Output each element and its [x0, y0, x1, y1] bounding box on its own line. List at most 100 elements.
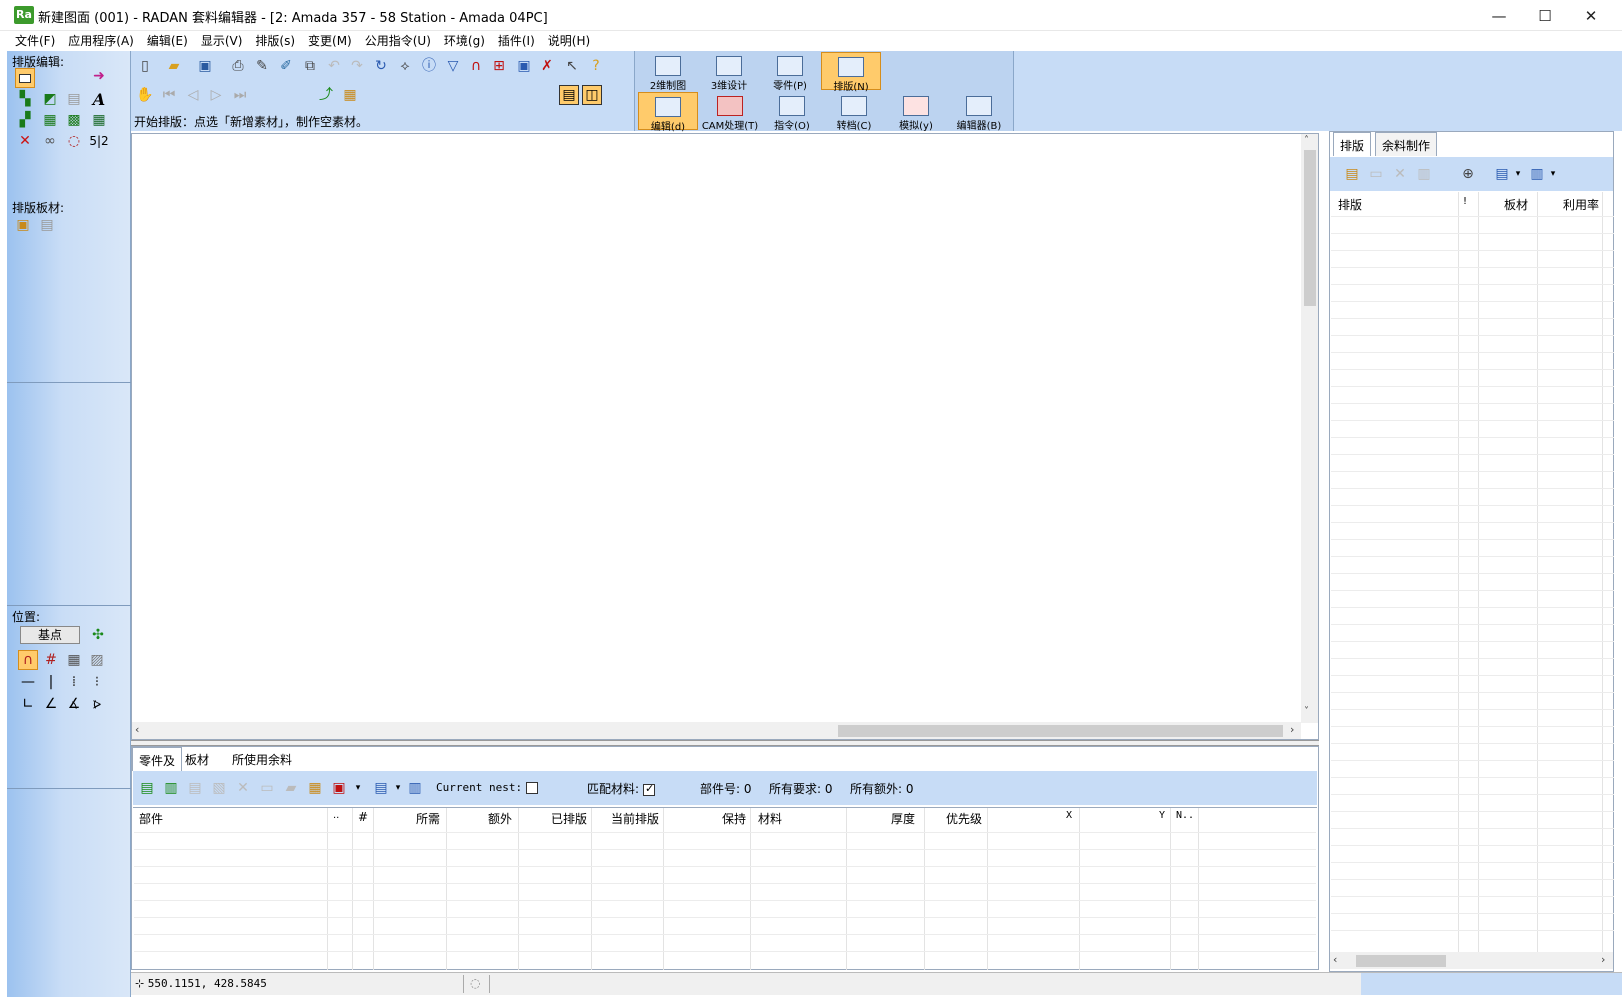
maximize-button[interactable]: ☐ [1522, 0, 1568, 31]
nest-grid[interactable]: 排版 ! 板材 利用率 [1330, 192, 1614, 952]
menu-environment[interactable]: 环境(g) [437, 31, 491, 49]
mode-3d-design[interactable]: 3维设计 [699, 52, 759, 92]
circle-rotate-icon[interactable]: ◌ [64, 131, 84, 151]
col-number[interactable]: # [358, 810, 368, 824]
node-icon[interactable]: ⟡ [395, 56, 415, 76]
menu-modify[interactable]: 变更(M) [301, 31, 358, 49]
col-utilization[interactable]: 利用率 [1563, 196, 1613, 213]
base-point-button[interactable]: 基点 [20, 626, 80, 644]
col-y[interactable]: Y [1159, 810, 1165, 821]
help-pointer-icon[interactable]: ↖ [562, 56, 582, 76]
dropdown-arrow-icon[interactable]: ▾ [1508, 164, 1528, 184]
mirror-icon[interactable]: ▞ [15, 110, 35, 130]
copy-icon[interactable]: ⧉ [300, 56, 320, 76]
text-icon[interactable]: A [89, 89, 109, 109]
corner-snap-icon[interactable]: ⁞ [64, 672, 84, 692]
part-check-icon[interactable]: ▣ [329, 778, 349, 798]
measure-icon[interactable]: ⊞ [489, 56, 509, 76]
dropdown-arrow-icon[interactable]: ▾ [348, 778, 368, 798]
snap-origin-icon[interactable]: ✣ [88, 625, 108, 645]
import-part-icon[interactable]: ▥ [161, 778, 181, 798]
col-x[interactable]: X [1066, 810, 1072, 821]
add-part-icon[interactable]: ▤ [137, 778, 157, 798]
help-icon[interactable]: ? [586, 56, 606, 76]
part-disabled-icon[interactable]: ▤ [185, 778, 205, 798]
edge-snap-icon[interactable]: ⁝ [87, 672, 107, 692]
hand-icon[interactable]: ✋ [135, 85, 155, 105]
magnet-icon[interactable]: ∩ [18, 650, 38, 670]
part-disabled2-icon[interactable]: ▧ [209, 778, 229, 798]
angle2-icon[interactable]: ∠ [41, 694, 61, 714]
cancel-tool-icon[interactable]: ✗ [537, 56, 557, 76]
prev-icon[interactable]: ◁ [183, 85, 203, 105]
col-warning[interactable]: ! [1463, 196, 1467, 207]
col-n[interactable]: N.. [1176, 810, 1194, 821]
part-grid-icon[interactable]: ▦ [305, 778, 325, 798]
angle4-icon[interactable]: ⦠ [87, 694, 107, 714]
select-rect-icon[interactable] [15, 68, 35, 88]
col-extra[interactable]: 额外 [488, 810, 512, 827]
nest-target-icon[interactable]: ⊕ [1458, 164, 1478, 184]
first-icon[interactable]: ⏮ [159, 85, 179, 105]
menu-view[interactable]: 显示(V) [194, 31, 249, 49]
save-icon[interactable]: ▣ [195, 56, 215, 76]
col-current-nest[interactable]: 当前排版 [611, 810, 659, 827]
fraction-icon[interactable]: 5|2 [89, 131, 109, 151]
menu-edit[interactable]: 编辑(E) [140, 31, 194, 49]
menu-help[interactable]: 说明(H) [541, 31, 596, 49]
scroll-left-icon[interactable]: ‹ [135, 723, 139, 736]
scroll-down-icon[interactable]: ˅ [1304, 706, 1309, 717]
col-required[interactable]: 所需 [416, 810, 440, 827]
col-nested[interactable]: 已排版 [551, 810, 587, 827]
angle3-icon[interactable]: ∡ [64, 694, 84, 714]
tab-remnant-create[interactable]: 余料制作 [1375, 132, 1438, 156]
pen2-icon[interactable]: ✐ [276, 56, 296, 76]
new-sheet-icon[interactable]: ▣ [13, 215, 33, 235]
dropdown-arrow-icon[interactable]: ▾ [1543, 164, 1563, 184]
new-nest-icon[interactable]: ▤ [1342, 164, 1362, 184]
tab-remnants-used[interactable]: 所使用余料 [226, 747, 298, 771]
graph-icon[interactable]: ⤴ [316, 85, 336, 105]
move-part-icon[interactable]: ▚ [15, 89, 35, 109]
folder-disabled-icon[interactable]: ▭ [257, 778, 277, 798]
paste-icon[interactable]: ▤ [64, 89, 84, 109]
tab-nests[interactable]: 排版 [1333, 132, 1372, 156]
next-icon[interactable]: ▷ [206, 85, 226, 105]
submode-convert[interactable]: 转档(C) [824, 92, 884, 132]
menu-nest[interactable]: 排版(s) [248, 31, 301, 49]
col-priority[interactable]: 优先级 [946, 810, 982, 827]
tab-sheets[interactable]: 板材 [179, 747, 215, 771]
canvas-horizontal-scroll-thumb[interactable] [838, 725, 1283, 737]
redo-icon[interactable]: ↷ [347, 56, 367, 76]
vertical-line-icon[interactable]: | [41, 672, 61, 692]
nest-canvas[interactable] [131, 133, 1319, 740]
tab-parts[interactable]: 零件及 [132, 747, 183, 771]
canvas-vertical-scroll-thumb[interactable] [1304, 150, 1316, 306]
scroll-up-icon[interactable]: ˄ [1304, 135, 1309, 146]
table-view-icon[interactable]: ▦ [340, 85, 360, 105]
current-nest-checkbox[interactable] [526, 782, 539, 794]
new-file-icon[interactable]: ▯ [135, 56, 155, 76]
grid-icon[interactable]: ▦ [89, 110, 109, 130]
dot-grid-icon[interactable]: ▦ [64, 650, 84, 670]
submode-simulate[interactable]: 模拟(y) [886, 92, 946, 132]
export-nest-icon[interactable]: ▥ [1414, 164, 1434, 184]
open-nest-icon[interactable]: ▭ [1366, 164, 1386, 184]
mode-nest[interactable]: 排版(N) [821, 52, 881, 93]
col-sheet[interactable]: 板材 [1504, 196, 1528, 213]
match-material-checkbox[interactable]: ✓ [643, 782, 656, 796]
menu-file[interactable]: 文件(F) [8, 31, 61, 49]
pen-icon[interactable]: ✎ [252, 56, 272, 76]
columns-icon[interactable]: ▥ [405, 778, 425, 798]
angle-icon[interactable]: ∟ [18, 694, 38, 714]
open-folder-icon[interactable]: ▰ [164, 56, 184, 76]
info-icon[interactable]: ⓘ [419, 56, 439, 76]
scroll-right-icon[interactable]: › [1601, 953, 1605, 966]
col-hold[interactable]: 保持 [722, 810, 746, 827]
col-nest[interactable]: 排版 [1338, 196, 1362, 213]
delete-nest-icon[interactable]: ✕ [1390, 164, 1410, 184]
menu-application[interactable]: 应用程序(A) [61, 31, 140, 49]
mode-2d-drawing[interactable]: 2维制图 [638, 52, 698, 92]
link-icon[interactable]: ∞ [40, 131, 60, 151]
pin-icon[interactable]: ▰ [281, 778, 301, 798]
